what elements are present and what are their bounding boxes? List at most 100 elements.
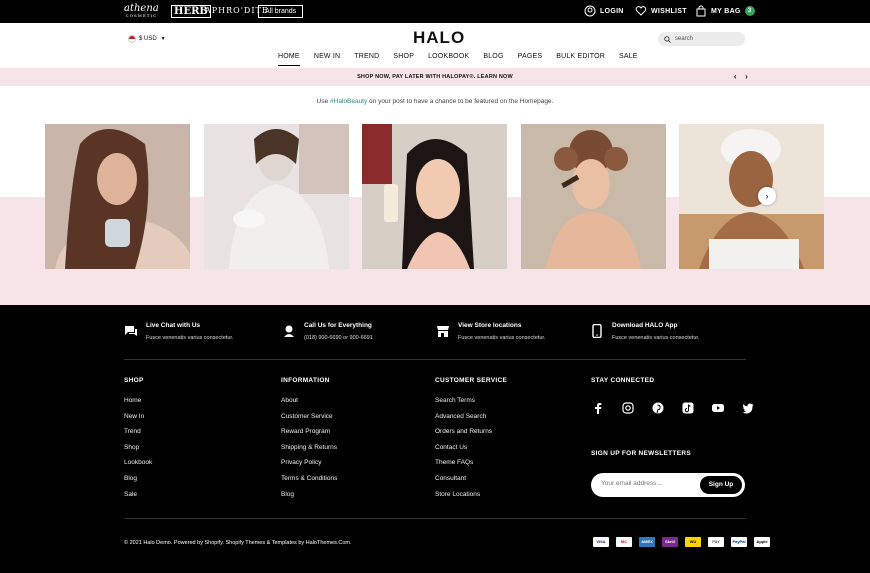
footer-link-terms[interactable]: Terms & Conditions [281, 475, 337, 482]
nav-item-lookbook[interactable]: LOOKBOOK [428, 53, 469, 66]
search-placeholder: search [675, 36, 694, 42]
footer-link-about[interactable]: About [281, 397, 337, 404]
portrait-image [679, 124, 824, 269]
feature-subtitle: Fusce venenatis varius consectetur. [612, 335, 700, 341]
nav-item-shop[interactable]: SHOP [393, 53, 414, 66]
feature-subtitle: (018) 900-6690 or 900-6691 [304, 335, 373, 341]
promo-prev-button[interactable]: ‹ [734, 72, 737, 81]
footer-link-shipping-returns[interactable]: Shipping & Returns [281, 444, 337, 451]
bag-link[interactable]: MY BAG 3 [695, 5, 755, 17]
footer-link-consultant[interactable]: Consultant [435, 475, 507, 482]
store-icon [437, 326, 449, 337]
footer-link-store-locations[interactable]: Store Locations [435, 491, 507, 498]
gallery-photo-5[interactable] [679, 124, 824, 269]
chevron-down-icon: ▼ [160, 36, 166, 42]
nav-item-sale[interactable]: SALE [619, 53, 638, 66]
footer-col-information: INFORMATION About Customer Service Rewar… [281, 377, 337, 506]
footer-link-home[interactable]: Home [124, 397, 152, 404]
feature-title: View Store locations [458, 322, 522, 329]
payment-methods: VISA MC AMEX Skrill WU PAY PayPal Apple … [593, 537, 777, 554]
portrait-image [362, 124, 507, 269]
all-brands-button[interactable]: All brands [258, 5, 304, 18]
footer-link-theme-faqs[interactable]: Theme FAQs [435, 459, 507, 466]
footer-link-blog[interactable]: Blog [124, 475, 152, 482]
login-label: LOGIN [600, 7, 624, 15]
footer-link-reward-program[interactable]: Reward Program [281, 428, 337, 435]
nav-item-new-in[interactable]: NEW IN [314, 53, 340, 66]
gallery-next-button[interactable]: › [758, 187, 776, 205]
brand-athena-logo[interactable]: athena COSMETIC [124, 4, 159, 19]
nav-item-pages[interactable]: PAGES [518, 53, 543, 66]
footer-col-shop: SHOP Home New In Trend Shop Lookbook Blo… [124, 377, 152, 506]
portrait-image [521, 124, 666, 269]
nav-item-trend[interactable]: TREND [354, 53, 379, 66]
footer-col-social: STAY CONNECTED [591, 377, 654, 397]
footer-link-customer-service[interactable]: Customer Service [281, 413, 337, 420]
gallery-photo-2[interactable] [204, 124, 349, 269]
tiktok-icon[interactable] [681, 401, 695, 415]
login-link[interactable]: LOGIN [584, 5, 624, 17]
feature-title: Download HALO App [612, 322, 678, 329]
footer-link-search-terms[interactable]: Search Terms [435, 397, 507, 404]
site-logo[interactable]: HALO [413, 28, 465, 48]
social-links [591, 401, 771, 415]
feature-subtitle: Fusce venenatis varius consectetur. [146, 335, 234, 341]
feature-call-us[interactable]: Call Us for Everything (018) 900-6690 or … [282, 322, 373, 341]
youtube-icon[interactable] [711, 401, 725, 415]
footer-link-new-in[interactable]: New In [124, 413, 152, 420]
promo-bar: SHOP NOW, PAY LATER WITH HALOPAY®. LEARN… [0, 68, 870, 86]
newsletter-title: SIGN UP FOR NEWSLETTERS [591, 450, 691, 457]
gallery-photo-1[interactable] [45, 124, 190, 269]
portrait-image [204, 124, 349, 269]
email-field[interactable] [601, 480, 696, 487]
western-union-icon: WU [685, 537, 701, 547]
chat-icon [125, 326, 137, 336]
search-input[interactable]: search [658, 32, 745, 46]
col-title: SHOP [124, 377, 144, 384]
footer-link-orders-returns[interactable]: Orders and Returns [435, 428, 507, 435]
gallery-photo-4[interactable] [521, 124, 666, 269]
footer-link-advanced-search[interactable]: Advanced Search [435, 413, 507, 420]
brand-topbar: athena COSMETIC HERB APHRO'DITE All bran… [0, 0, 870, 23]
feature-download-app[interactable]: Download HALO App Fusce venenatis varius … [590, 322, 699, 341]
newsletter-form: Sign Up [591, 473, 745, 497]
footer-link-contact-us[interactable]: Contact Us [435, 444, 507, 451]
currency-selector[interactable]: $ USD ▼ [128, 35, 166, 43]
gallery-photo-3[interactable] [362, 124, 507, 269]
nav-item-bulk-editor[interactable]: BULK EDITOR [556, 53, 605, 66]
twitter-icon[interactable] [741, 401, 755, 415]
wishlist-link[interactable]: WISHLIST [635, 5, 687, 17]
hashtag-link[interactable]: #HaloBeauty [330, 98, 367, 105]
skrill-icon: Skrill [662, 537, 678, 547]
amex-icon: AMEX [639, 537, 655, 547]
col-title: CUSTOMER SERVICE [435, 377, 508, 384]
promo-next-button[interactable]: › [745, 72, 748, 81]
feature-title: Call Us for Everything [304, 322, 372, 329]
feature-store-locations[interactable]: View Store locations Fusce venenatis vari… [436, 322, 545, 341]
footer-link-sale[interactable]: Sale [124, 491, 152, 498]
phone-icon [592, 324, 602, 338]
footer-link-privacy-policy[interactable]: Privacy Policy [281, 459, 337, 466]
footer-link-shop[interactable]: Shop [124, 444, 152, 451]
footer-link-blog[interactable]: Blog [281, 491, 337, 498]
nav-item-home[interactable]: HOME [278, 53, 300, 66]
us-flag-icon [128, 35, 136, 43]
bag-label: MY BAG [711, 7, 741, 15]
footer-link-trend[interactable]: Trend [124, 428, 152, 435]
caption-prefix: Use [316, 98, 331, 105]
facebook-icon[interactable] [591, 401, 605, 415]
nav-item-blog[interactable]: BLOG [483, 53, 503, 66]
signup-button[interactable]: Sign Up [700, 476, 742, 494]
brand-athena-sub: COSMETIC [125, 13, 158, 18]
footer-link-lookbook[interactable]: Lookbook [124, 459, 152, 466]
heart-icon [635, 6, 647, 16]
footer-divider [124, 518, 746, 519]
promo-text[interactable]: SHOP NOW, PAY LATER WITH HALOPAY®. LEARN… [357, 74, 513, 80]
wishlist-label: WISHLIST [651, 7, 687, 15]
pay-icon: PAY [708, 537, 724, 547]
paypal-icon: PayPal [731, 537, 747, 547]
instagram-icon[interactable] [621, 401, 635, 415]
pinterest-icon[interactable] [651, 401, 665, 415]
bag-count-badge: 3 [744, 6, 755, 16]
feature-live-chat[interactable]: Live Chat with Us Fusce venenatis varius … [124, 322, 233, 341]
